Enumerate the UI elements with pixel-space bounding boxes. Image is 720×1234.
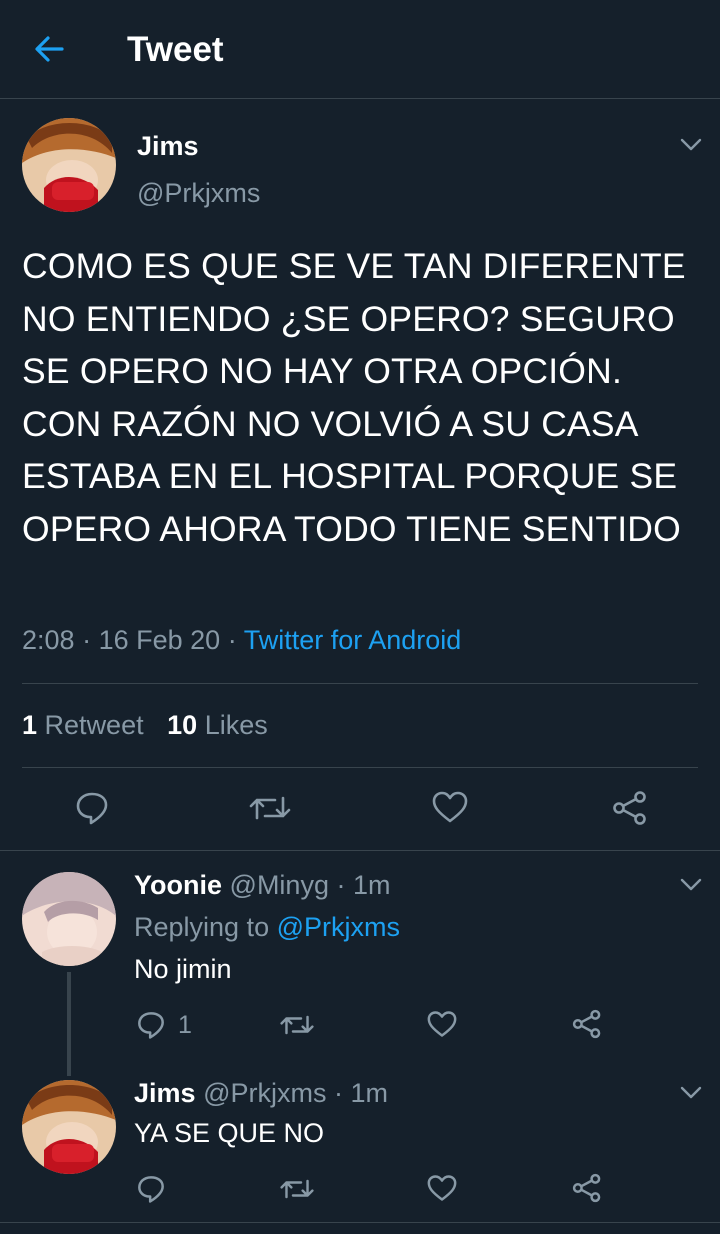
tweet-date: 16 Feb 20 — [98, 625, 221, 655]
reply-author-handle[interactable]: @Minyg — [230, 870, 329, 900]
reply-icon[interactable] — [74, 790, 110, 826]
replying-to: Replying to @Prkjxms — [134, 912, 400, 943]
top-bar: Tweet — [0, 0, 720, 99]
reply-text: No jimin — [134, 954, 232, 984]
reply-header: Yoonie @Minyg · 1m — [134, 870, 391, 901]
replying-to-handle[interactable]: @Prkjxms — [277, 912, 400, 942]
divider — [22, 683, 698, 684]
back-arrow-icon[interactable] — [32, 32, 66, 66]
like-icon[interactable] — [427, 1174, 457, 1202]
retweet-icon[interactable] — [249, 792, 291, 824]
tweet-meta: 2:08 · 16 Feb 20 · Twitter for Android — [22, 625, 461, 656]
reply-author-name[interactable]: Jims — [134, 1078, 196, 1108]
share-icon[interactable] — [572, 1009, 602, 1039]
reply-header: Jims @Prkjxms · 1m — [134, 1078, 388, 1109]
retweet-icon[interactable] — [280, 1012, 314, 1038]
likes-label: Likes — [204, 710, 268, 740]
thread-line — [67, 972, 71, 1076]
likes-count: 10 — [167, 710, 198, 740]
retweets-count: 1 — [22, 710, 38, 740]
chevron-down-icon[interactable] — [680, 138, 702, 152]
chevron-down-icon[interactable] — [680, 878, 702, 892]
divider — [0, 1222, 720, 1223]
reply-text: YA SE QUE NO — [134, 1118, 325, 1148]
engagement-stats: 1 Retweet 10 Likes — [22, 710, 268, 741]
reply-count: 1 — [178, 1011, 192, 1039]
avatar[interactable] — [22, 118, 116, 212]
retweets-label: Retweet — [44, 710, 144, 740]
replying-to-label: Replying to — [134, 912, 270, 942]
separator: · — [333, 1078, 343, 1108]
author-handle[interactable]: @Prkjxms — [137, 178, 260, 209]
avatar[interactable] — [22, 872, 116, 966]
divider — [0, 850, 720, 851]
author-name[interactable]: Jims — [137, 131, 199, 162]
avatar[interactable] — [22, 1080, 116, 1174]
share-icon[interactable] — [612, 790, 648, 826]
likes-stat[interactable]: 10 Likes — [167, 710, 268, 740]
chevron-down-icon[interactable] — [680, 1086, 702, 1100]
retweet-icon[interactable] — [280, 1176, 314, 1202]
reply-icon[interactable] — [136, 1174, 166, 1204]
reply-time: 1m — [350, 1078, 389, 1108]
tweet-text: COMO ES QUE SE VE TAN DIFERENTE NO ENTIE… — [22, 246, 686, 549]
reply-author-name[interactable]: Yoonie — [134, 870, 222, 900]
reply-time: 1m — [353, 870, 391, 900]
divider — [22, 767, 698, 768]
share-icon[interactable] — [572, 1173, 602, 1203]
separator: · — [336, 870, 346, 900]
separator: · — [227, 625, 237, 655]
like-icon[interactable] — [427, 1010, 457, 1038]
tweet-time: 2:08 — [22, 625, 75, 655]
like-icon[interactable] — [432, 790, 468, 824]
separator: · — [82, 625, 92, 655]
reply-icon[interactable] — [136, 1010, 166, 1040]
retweets-stat[interactable]: 1 Retweet — [22, 710, 151, 740]
tweet-source-link[interactable]: Twitter for Android — [244, 625, 462, 655]
reply-author-handle[interactable]: @Prkjxms — [203, 1078, 326, 1108]
page-title: Tweet — [127, 30, 224, 69]
